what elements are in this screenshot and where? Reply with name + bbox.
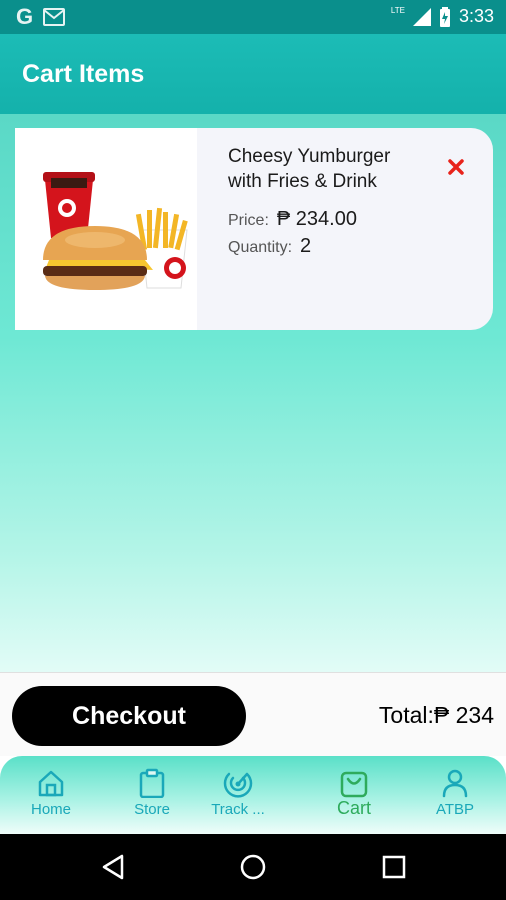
nav-label-atbp: ATBP bbox=[435, 801, 475, 818]
shopping-bag-icon bbox=[340, 771, 368, 798]
quantity-row: Quantity: 2 bbox=[228, 235, 311, 258]
google-g-icon: G bbox=[16, 4, 34, 29]
status-bar: G LTE 3:33 bbox=[0, 0, 506, 34]
close-icon bbox=[448, 159, 464, 175]
nav-label-store: Store bbox=[134, 801, 170, 818]
person-icon bbox=[442, 769, 468, 798]
clock: 3:33 bbox=[458, 6, 494, 26]
price-row: Price: ₱ 234.00 bbox=[228, 208, 357, 231]
page-title: Cart Items bbox=[22, 60, 145, 88]
checkout-button[interactable]: Checkout bbox=[12, 686, 246, 746]
network-type: LTE bbox=[390, 6, 405, 15]
cart-item-card[interactable]: Cheesy Yumburger with Fries & Drink Pric… bbox=[15, 128, 493, 330]
remove-item-button[interactable] bbox=[445, 156, 467, 178]
nav-item-cart[interactable]: Cart bbox=[309, 768, 399, 828]
item-name: Cheesy Yumburger with Fries & Drink bbox=[228, 146, 391, 192]
clipboard-icon bbox=[139, 768, 165, 798]
nav-item-atbp[interactable]: ATBP bbox=[410, 768, 500, 828]
back-icon[interactable] bbox=[100, 853, 128, 881]
home-icon bbox=[38, 770, 64, 797]
nav-item-store[interactable]: Store bbox=[107, 768, 197, 828]
cart-list[interactable]: Cheesy Yumburger with Fries & Drink Pric… bbox=[0, 114, 506, 672]
nav-item-home[interactable]: Home bbox=[6, 768, 96, 828]
nav-label-home: Home bbox=[30, 801, 71, 818]
home-circle-icon[interactable] bbox=[239, 853, 267, 881]
burger-meal-image bbox=[15, 128, 197, 330]
bottom-navigation: Home Store Track ... Cart ATBP bbox=[0, 756, 506, 834]
quantity-label: Quantity: bbox=[228, 239, 293, 256]
nav-label-cart: Cart bbox=[336, 798, 371, 818]
radar-icon bbox=[223, 772, 253, 798]
battery-icon bbox=[439, 6, 450, 27]
checkout-bar: Checkout Total:₱ 234 bbox=[0, 672, 506, 758]
price-value: ₱ 234.00 bbox=[276, 208, 357, 230]
nav-item-track[interactable]: Track ... bbox=[193, 768, 283, 828]
price-label: Price: bbox=[228, 212, 269, 229]
nav-label-track: Track ... bbox=[211, 801, 265, 818]
signal-icon bbox=[412, 7, 431, 26]
app-bar: Cart Items bbox=[0, 34, 506, 114]
gmail-icon bbox=[43, 8, 66, 26]
quantity-value: 2 bbox=[300, 235, 312, 257]
total-amount: Total:₱ 234 bbox=[378, 702, 494, 728]
system-navigation-bar bbox=[0, 834, 506, 900]
recents-icon[interactable] bbox=[380, 853, 408, 881]
